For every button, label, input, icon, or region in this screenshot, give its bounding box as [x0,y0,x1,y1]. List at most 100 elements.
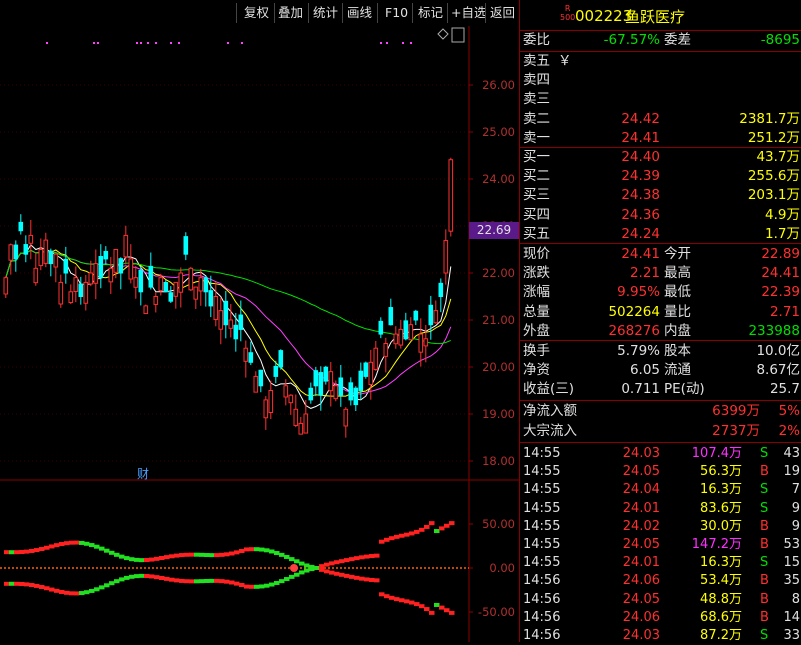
ma20-line [5,249,452,395]
price-tick-label: 20.00 [482,360,515,374]
candle-body [283,385,289,398]
candle-body [53,253,59,268]
kline-chart[interactable]: 26.0025.0024.0023.0022.0021.0020.0019.00… [0,26,519,642]
ratio-label: 委比 [523,32,550,48]
oscillator-upper [114,552,120,557]
risk-badge: R 500 [560,4,575,22]
quote-label: 涨跌 [523,265,550,282]
candle-body [413,310,419,321]
candle-body [143,305,149,315]
restore-rights-button[interactable]: 复权 [244,4,269,22]
candle-body [448,159,454,232]
oscillator-upper [29,548,35,553]
quote-label: 量比 [664,303,691,320]
oscillator-upper [289,557,295,562]
oscillator-upper [284,554,290,559]
oscillator-upper [84,541,90,546]
candle-body [68,291,74,304]
oscillator-lower [194,579,200,584]
candle-body [133,277,139,288]
mark-button[interactable]: 标记 [418,4,443,22]
fundamental-value: 0.711 [621,381,660,398]
oscillator-lower [229,580,235,585]
add-watchlist-button[interactable]: +自选 [451,4,486,22]
oscillator-lower [29,583,35,588]
sell-order-label: 卖二 [523,110,550,127]
oscillator-upper [249,547,255,552]
oscillator-lower [254,584,260,589]
news-marker[interactable]: 财 [137,465,149,482]
candle-body [18,221,24,232]
oscillator-lower [259,584,265,589]
flow-row: 大宗流入 2737万 2% [520,422,801,441]
oscillator-upper [344,558,350,563]
trade-time: 14:55 [523,446,561,461]
signal-dot [97,42,99,44]
chart-markers [46,27,465,44]
oscillator-lower [364,577,370,582]
toolbar-separator [485,3,486,23]
sell-order-price: 24.41 [621,129,660,146]
buy-order-row: 买五 24.24 1.7万 [520,225,801,244]
trade-count: 9 [791,518,800,534]
candle-body [63,258,69,274]
oscillator-upper [199,552,205,557]
trade-side: B [760,591,769,607]
sell-order-price: 24.42 [621,110,660,127]
quote-value: 233988 [748,322,800,339]
oscillator-lower [264,583,270,588]
oscillator-upper [259,547,265,552]
draw-line-button[interactable]: 画线 [347,4,372,22]
candle-body [403,320,409,340]
oscillator-upper [89,543,95,548]
statistics-button[interactable]: 统计 [313,4,338,22]
trade-time: 14:55 [523,464,561,480]
trade-time: 14:55 [523,537,561,552]
oscillator-lower [274,580,280,585]
trade-price: 24.05 [622,464,660,480]
trade-price: 24.03 [622,628,660,643]
candle-body [433,310,439,324]
trade-time: 14:55 [523,500,561,516]
quote-value: 2.71 [769,303,800,320]
overlay-button[interactable]: 叠加 [278,4,303,22]
oscillator-upper [134,557,140,562]
candle-body [333,385,339,400]
oscillator-upper [184,552,190,557]
toolbar-separator [236,3,237,23]
oscillator-upper [59,542,65,547]
oscillator-lower [34,583,40,588]
chart-toolbar: 复权 叠加 统计 画线 F10 标记 +自选 返回 [0,0,519,26]
buy-order-volume: 1.7万 [765,225,800,242]
oscillator-lower [64,590,70,595]
oscillator-lower [439,605,445,610]
fundamental-label: PE(动) [664,381,705,398]
f10-button[interactable]: F10 [385,4,408,22]
oscillator-upper [279,552,285,557]
buy-order-volume: 4.9万 [765,206,800,223]
oscillator-upper [119,554,125,559]
candle-body [38,249,44,267]
candle-body [238,314,244,330]
oscillator-lower [349,574,355,579]
oscillator-lower [374,578,380,583]
candle-body [158,277,164,292]
oscillator-upper [44,545,50,550]
oscillator-lower [359,576,365,581]
buy-order-row: 买一 24.40 43.7万 [520,148,801,167]
buy-order-price: 24.40 [621,149,660,165]
oscillator-lower [174,578,180,583]
quote-value: 24.41 [761,265,800,282]
candle-body [123,234,129,258]
trade-count: 19 [783,464,800,480]
oscillator-lower [339,572,345,577]
price-axis: 26.0025.0024.0023.0022.0021.0020.0019.00… [468,26,515,642]
oscillator-upper [4,550,10,555]
stock-code: 002223 [575,7,633,25]
buy-order-row: 买三 24.38 203.1万 [520,186,801,205]
signal-dot [170,42,172,44]
oscillator-lower [189,579,195,584]
back-button[interactable]: 返回 [490,4,515,22]
oscillator-upper [144,558,150,563]
oscillator-lower [154,575,160,580]
